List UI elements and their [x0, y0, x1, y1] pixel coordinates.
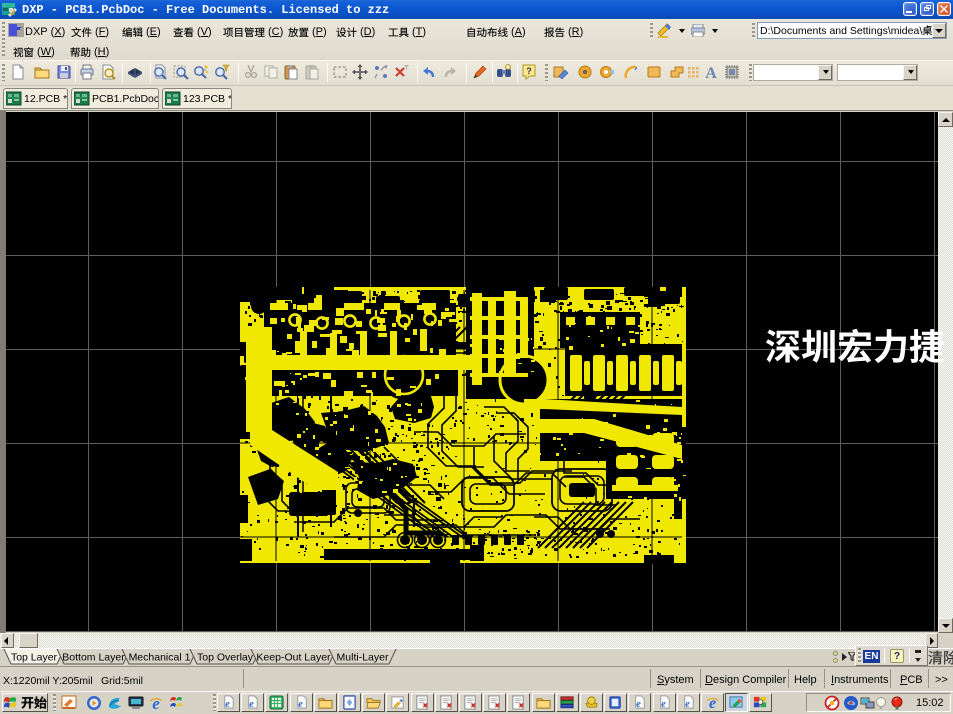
svg-text:Bottom Layer: Bottom Layer	[62, 652, 125, 664]
svg-text:Keep-Out Layer: Keep-Out Layer	[256, 652, 331, 664]
svg-text:Top Layer: Top Layer	[11, 652, 58, 664]
svg-text:A: A	[705, 65, 717, 80]
svg-text:e: e	[152, 695, 160, 711]
svg-text:Multi-Layer: Multi-Layer	[337, 652, 389, 664]
svg-text:e: e	[298, 699, 303, 710]
svg-text:e: e	[225, 699, 230, 710]
svg-text:Top Overlay: Top Overlay	[197, 652, 254, 664]
svg-text:e: e	[709, 695, 716, 710]
svg-text:?: ?	[526, 66, 532, 76]
svg-text:e: e	[661, 699, 666, 710]
svg-text:e: e	[249, 699, 254, 710]
svg-text:Mechanical 1: Mechanical 1	[129, 652, 191, 664]
svg-text:e: e	[636, 699, 641, 710]
svg-text:e: e	[685, 699, 690, 710]
